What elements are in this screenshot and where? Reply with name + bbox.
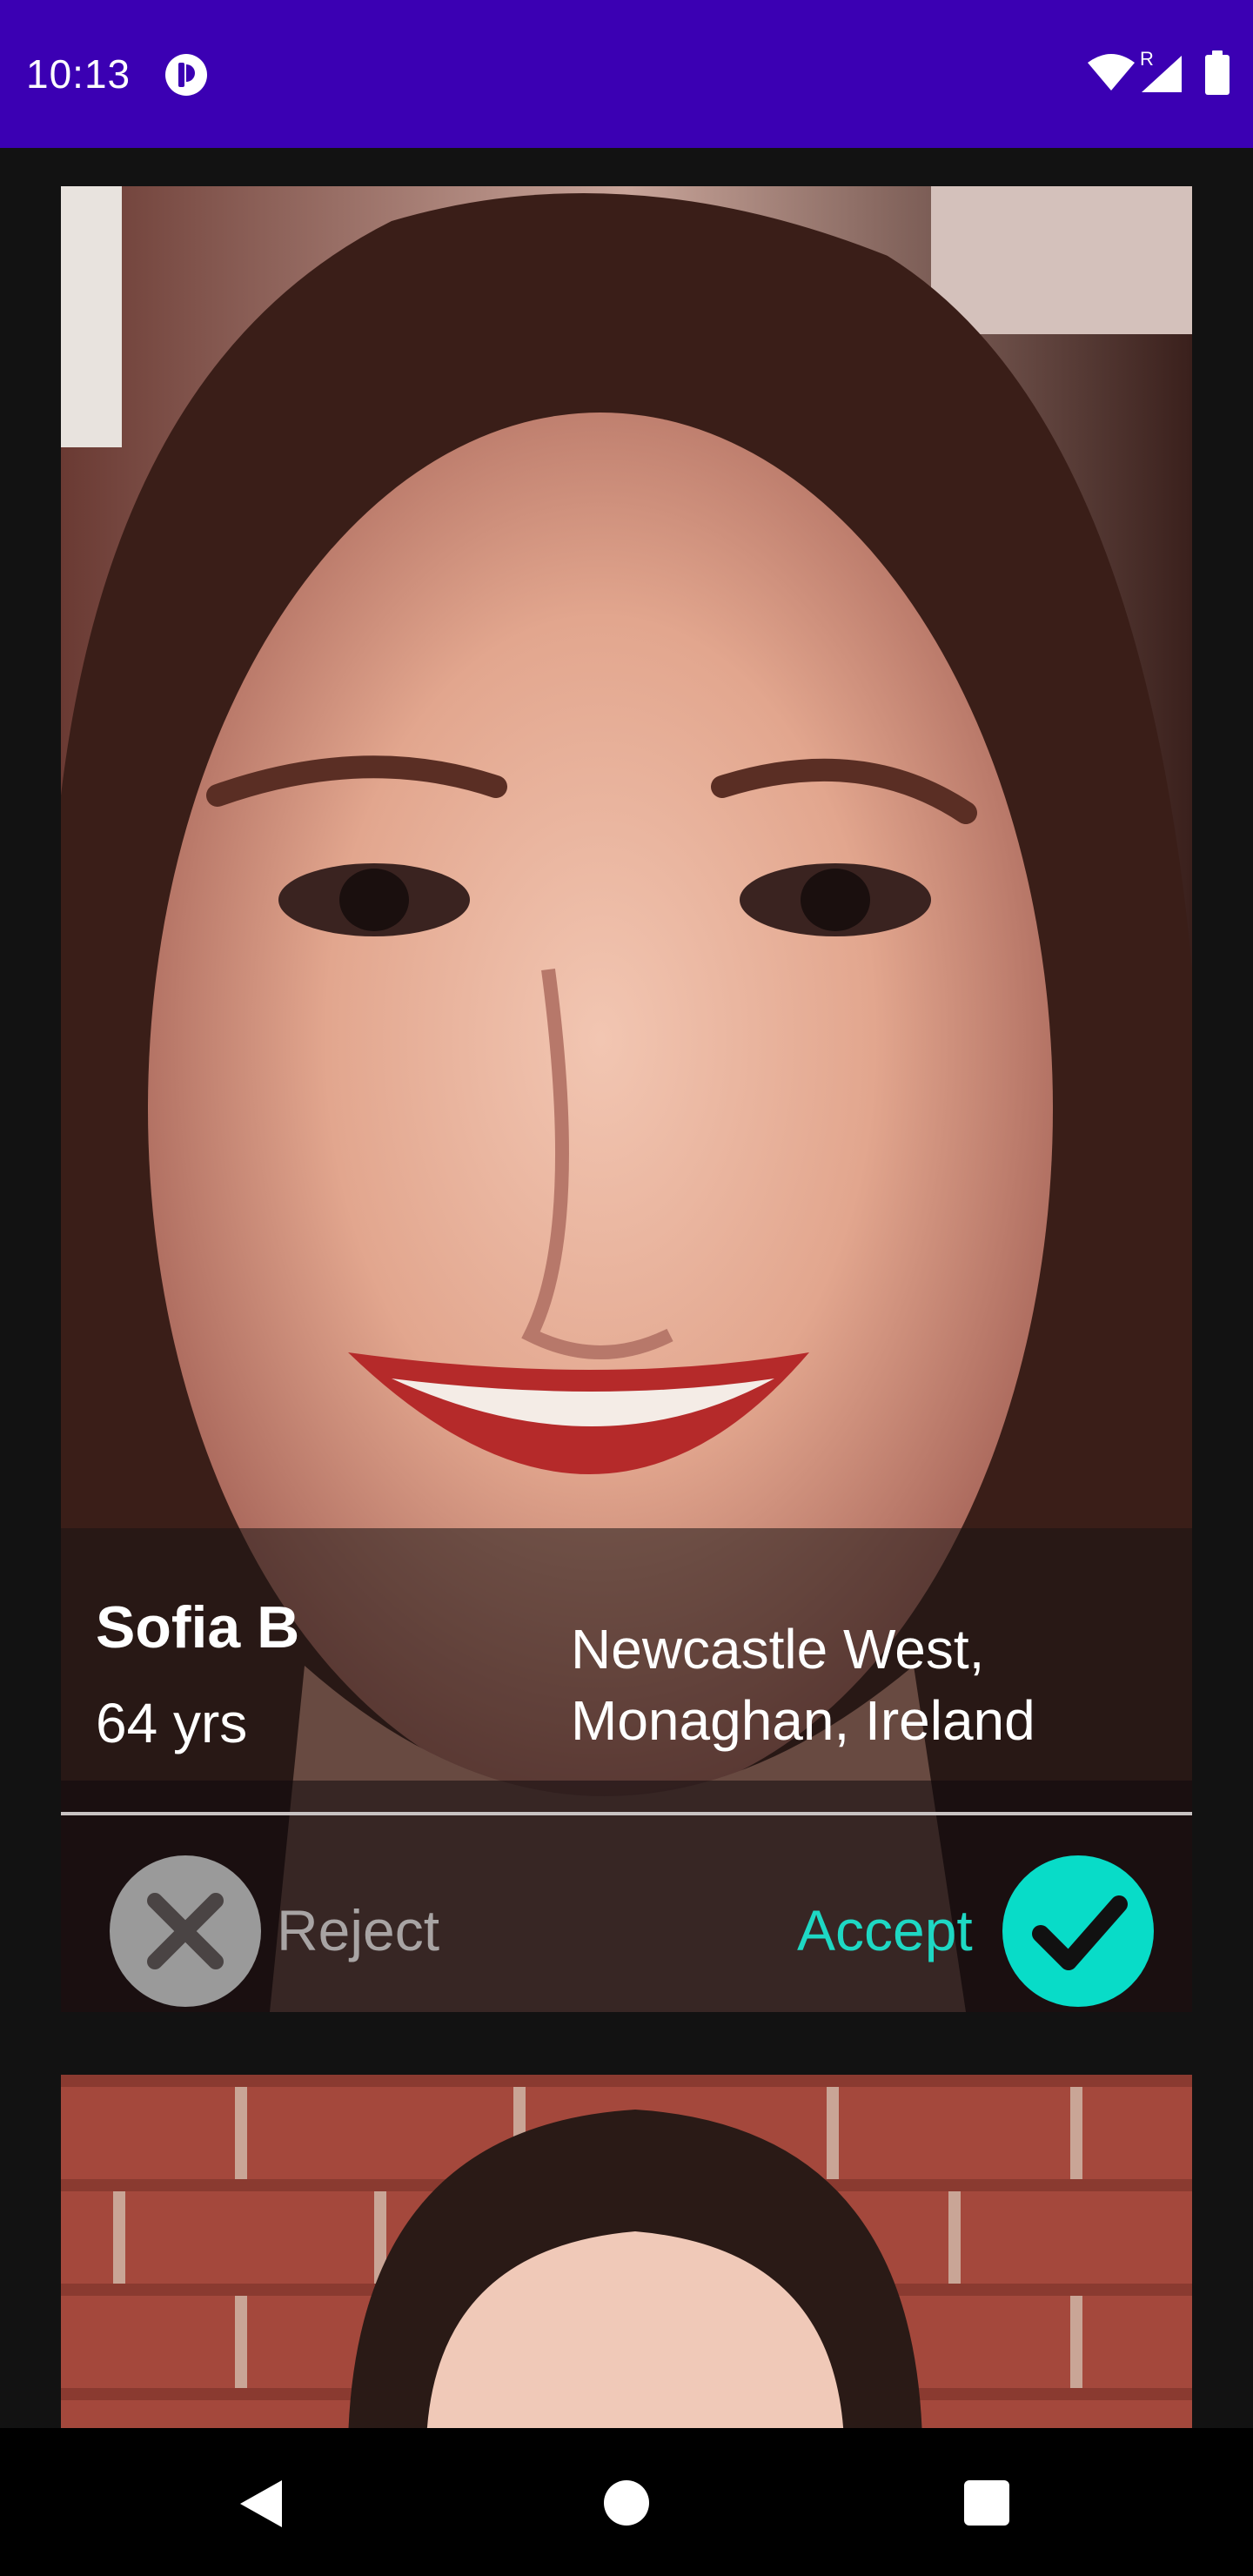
home-icon[interactable]	[604, 2480, 649, 2526]
status-time: 10:13	[26, 51, 131, 97]
profile-card[interactable]: Sofia B 64 yrs Newcastle West, Monaghan,…	[61, 186, 1192, 2012]
profile-age: 64 yrs	[96, 1692, 248, 1754]
close-icon	[147, 1893, 224, 1969]
reject-label[interactable]: Reject	[277, 1895, 439, 1965]
profile-card[interactable]	[61, 2075, 1192, 2428]
status-bar: 10:13 R	[0, 0, 1253, 148]
wifi-icon	[1088, 54, 1135, 91]
profile-name: Sofia B	[96, 1594, 300, 1660]
card-divider	[61, 1812, 1192, 1815]
battery-icon	[1205, 50, 1230, 95]
accept-label[interactable]: Accept	[797, 1895, 973, 1965]
accept-button[interactable]	[1002, 1855, 1154, 2007]
app-screen: 10:13 R Sofia B 64 yrs Newcastle West, M…	[0, 0, 1253, 2576]
profile-photo	[61, 2075, 1192, 2428]
recents-icon[interactable]	[964, 2480, 1009, 2526]
back-icon[interactable]	[237, 2479, 285, 2529]
signal-icon	[1142, 56, 1182, 92]
check-icon	[1032, 1895, 1128, 1970]
profile-card-list[interactable]: Sofia B 64 yrs Newcastle West, Monaghan,…	[0, 148, 1253, 2428]
reject-button[interactable]	[110, 1855, 261, 2007]
profile-location: Newcastle West, Monaghan, Ireland	[571, 1618, 1035, 1752]
app-notification-icon	[165, 54, 207, 96]
